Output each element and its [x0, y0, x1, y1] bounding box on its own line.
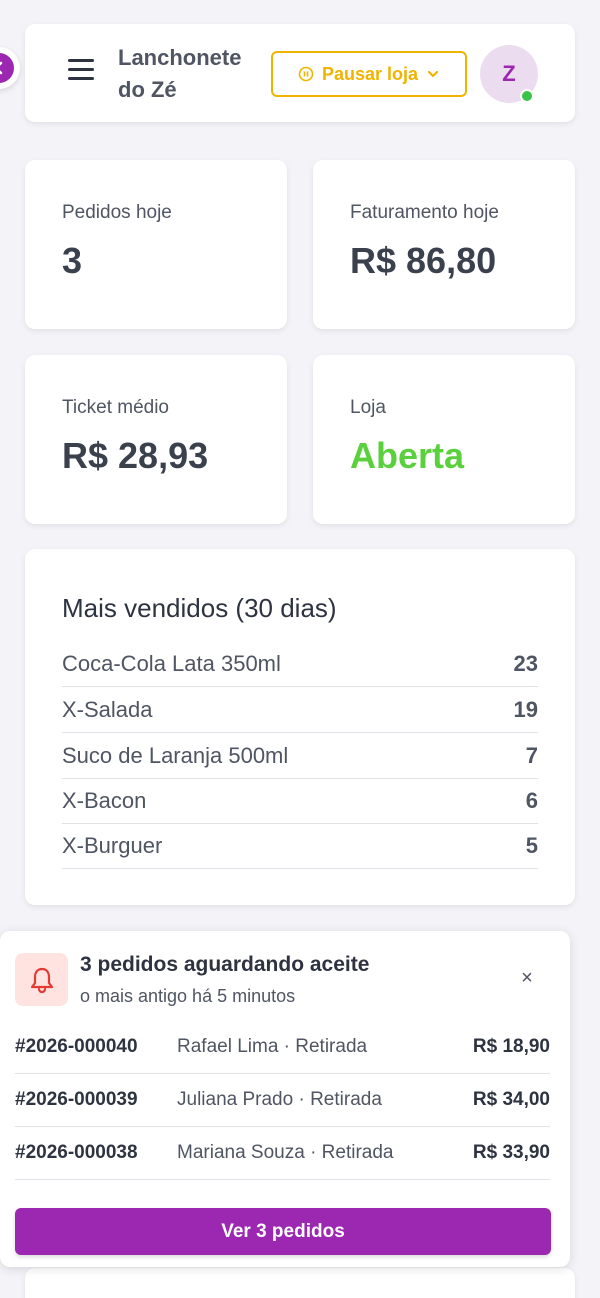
list-item: X-Burguer 5 [62, 823, 538, 869]
list-item: X-Bacon 6 [62, 778, 538, 824]
order-id: #2026-000038 [15, 1142, 138, 1163]
product-qty: 5 [525, 832, 538, 858]
product-name: X-Bacon [62, 787, 147, 813]
stat-card-orders: Pedidos hoje 3 [25, 160, 287, 329]
pending-orders-panel: 3 pedidos aguardando aceite o mais antig… [0, 931, 570, 1267]
list-item: Suco de Laranja 500ml 7 [62, 733, 538, 779]
order-id: #2026-000039 [15, 1089, 138, 1110]
stat-value: 3 [62, 240, 83, 281]
list-item: X-Salada 19 [62, 687, 538, 733]
pause-store-button[interactable]: Pausar loja [271, 51, 467, 97]
stat-value: R$ 28,93 [62, 435, 209, 476]
order-description: Rafael Lima · Retirada [177, 1036, 368, 1057]
store-status-value: Aberta [350, 435, 465, 476]
product-qty: 7 [525, 742, 538, 768]
product-qty: 6 [525, 787, 538, 813]
view-orders-button[interactable]: Ver 3 pedidos [15, 1208, 551, 1255]
pause-store-label: Pausar loja [321, 63, 419, 84]
online-status-dot [520, 89, 534, 103]
pause-icon [298, 66, 314, 82]
stat-label: Faturamento hoje [350, 202, 499, 223]
close-icon[interactable]: × [516, 967, 538, 989]
notification-subtitle: o mais antigo há 5 minutos [80, 986, 296, 1006]
order-total: R$ 18,90 [472, 1036, 550, 1057]
order-row[interactable]: #2026-000040 Rafael Lima · Retirada R$ 1… [15, 1021, 550, 1074]
stat-label: Loja [350, 397, 386, 418]
stat-label: Ticket médio [62, 397, 169, 418]
order-description: Mariana Souza · Retirada [177, 1142, 394, 1163]
product-name: Suco de Laranja 500ml [62, 742, 289, 768]
top-sellers-title: Mais vendidos (30 dias) [62, 593, 337, 623]
chevron-down-icon [427, 70, 439, 78]
stat-label: Pedidos hoje [62, 202, 172, 223]
stat-card-revenue: Faturamento hoje R$ 86,80 [313, 160, 575, 329]
order-description: Juliana Prado · Retirada [177, 1089, 382, 1110]
product-name: Coca-Cola Lata 350ml [62, 650, 281, 676]
product-qty: 23 [513, 650, 538, 676]
top-sellers-card: Mais vendidos (30 dias) Coca-Cola Lata 3… [25, 549, 575, 905]
stat-card-store-status: Loja Aberta [313, 355, 575, 524]
order-total: R$ 33,90 [472, 1142, 550, 1163]
list-item: Coca-Cola Lata 350ml 23 [62, 641, 538, 687]
stat-value: R$ 86,80 [350, 240, 497, 281]
stat-card-ticket: Ticket médio R$ 28,93 [25, 355, 287, 524]
next-card [25, 1268, 575, 1298]
order-total: R$ 34,00 [472, 1089, 550, 1110]
order-row[interactable]: #2026-000039 Juliana Prado · Retirada R$… [15, 1074, 550, 1127]
notification-title: 3 pedidos aguardando aceite [80, 953, 370, 976]
product-name: X-Burguer [62, 832, 163, 858]
bell-icon [15, 953, 68, 1006]
order-id: #2026-000040 [15, 1036, 138, 1057]
order-row[interactable]: #2026-000038 Mariana Souza · Retirada R$… [15, 1127, 550, 1180]
menu-icon[interactable] [68, 59, 94, 81]
product-qty: 19 [513, 696, 538, 722]
store-name: Lanchonete do Zé [118, 45, 242, 102]
product-name: X-Salada [62, 696, 153, 722]
